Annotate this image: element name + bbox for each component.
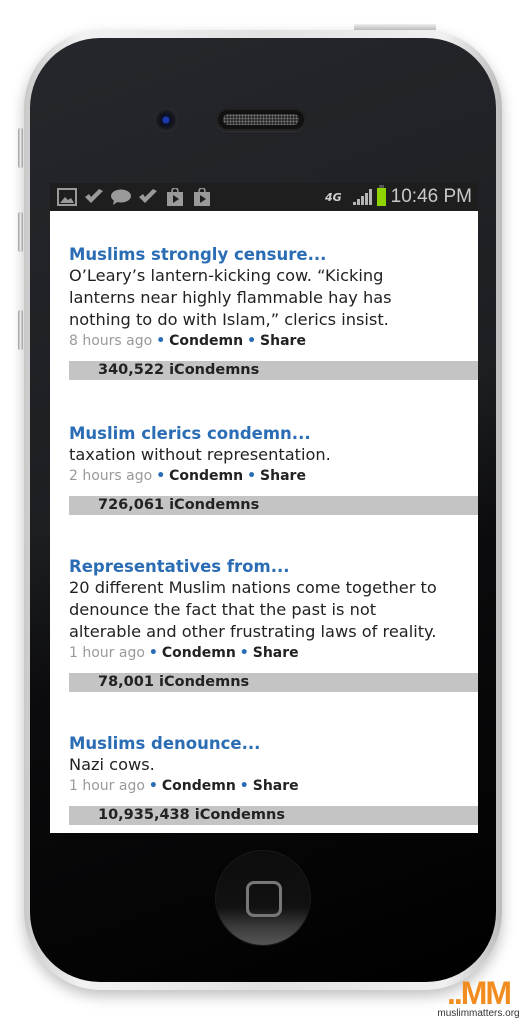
item-body: taxation without representation.	[69, 445, 331, 464]
share-link[interactable]: Share	[253, 645, 299, 661]
check-icon	[137, 188, 159, 206]
separator-dot: •	[247, 468, 257, 484]
separator-dot: •	[239, 645, 249, 661]
power-button	[354, 24, 436, 30]
phone-screen: 4G 10:46 PM Muslims strongly censure... …	[50, 183, 478, 833]
condemn-count: 340,522 iCondemns	[69, 361, 478, 380]
mute-switch	[18, 128, 23, 168]
separator-dot: •	[156, 333, 166, 349]
separator-dot: •	[247, 333, 257, 349]
condemn-link[interactable]: Condemn	[169, 468, 243, 484]
separator-dot: •	[239, 778, 249, 794]
timestamp: 2 hours ago	[69, 468, 153, 484]
home-button[interactable]	[216, 851, 310, 945]
volume-down-button	[18, 310, 23, 350]
item-body: Nazi cows.	[69, 755, 155, 774]
muslimmatters-logo: ..MM muslimmatters.org	[429, 975, 528, 1024]
item-meta: 2 hours ago • Condemn • Share	[69, 466, 478, 486]
condemn-link[interactable]: Condemn	[162, 645, 236, 661]
clock: 10:46 PM	[390, 186, 472, 207]
item-body: denounce the fact that the past is not	[69, 600, 377, 619]
store-icon	[164, 188, 186, 206]
item-title[interactable]: Muslims strongly censure...	[69, 245, 478, 265]
timestamp: 8 hours ago	[69, 333, 153, 349]
chat-icon	[110, 188, 132, 206]
item-title[interactable]: Representatives from...	[69, 557, 478, 577]
share-link[interactable]: Share	[260, 468, 306, 484]
battery-icon	[376, 185, 386, 206]
item-body: alterable and other frustrating laws of …	[69, 622, 437, 641]
condemn-link[interactable]: Condemn	[162, 778, 236, 794]
feed-item: Representatives from... 20 different Mus…	[50, 557, 478, 692]
gallery-icon	[56, 188, 78, 206]
feed-item: Muslims strongly censure... O’Leary’s la…	[50, 245, 478, 380]
condemn-count: 78,001 iCondemns	[69, 673, 478, 692]
logo-url: muslimmatters.org	[437, 1008, 520, 1019]
store-icon	[191, 188, 213, 206]
item-body: O’Leary’s lantern-kicking cow. “Kicking	[69, 266, 384, 285]
item-meta: 1 hour ago • Condemn • Share	[69, 643, 478, 663]
feed-item: Muslim clerics condemn... taxation witho…	[50, 424, 478, 515]
news-feed: Muslims strongly censure... O’Leary’s la…	[50, 211, 478, 825]
status-bar: 4G 10:46 PM	[50, 183, 478, 211]
check-icon	[83, 188, 105, 206]
signal-icon	[352, 189, 372, 205]
front-camera-icon	[154, 108, 178, 132]
status-indicators: 4G 10:46 PM	[324, 185, 472, 208]
volume-up-button	[18, 212, 23, 252]
item-meta: 8 hours ago • Condemn • Share	[69, 331, 478, 351]
separator-dot: •	[156, 468, 166, 484]
condemn-count: 726,061 iCondemns	[69, 496, 478, 515]
notification-icons	[56, 188, 213, 206]
share-link[interactable]: Share	[260, 333, 306, 349]
logo-mark: ..MM	[446, 975, 512, 1011]
share-link[interactable]: Share	[253, 778, 299, 794]
item-meta: 1 hour ago • Condemn • Share	[69, 776, 478, 796]
item-body: 20 different Muslim nations come togethe…	[69, 578, 437, 597]
earpiece-speaker	[216, 108, 306, 131]
timestamp: 1 hour ago	[69, 778, 145, 794]
separator-dot: •	[148, 778, 158, 794]
separator-dot: •	[148, 645, 158, 661]
condemn-link[interactable]: Condemn	[169, 333, 243, 349]
home-square-icon	[246, 881, 282, 917]
item-title[interactable]: Muslim clerics condemn...	[69, 424, 478, 444]
item-body: lanterns near highly flammable hay has	[69, 288, 392, 307]
feed-item: Muslims denounce... Nazi cows. 1 hour ag…	[50, 734, 478, 825]
timestamp: 1 hour ago	[69, 645, 145, 661]
item-title[interactable]: Muslims denounce...	[69, 734, 478, 754]
condemn-count: 10,935,438 iCondemns	[69, 806, 478, 825]
network-type: 4G	[324, 190, 342, 204]
item-body: nothing to do with Islam,” clerics insis…	[69, 310, 389, 329]
